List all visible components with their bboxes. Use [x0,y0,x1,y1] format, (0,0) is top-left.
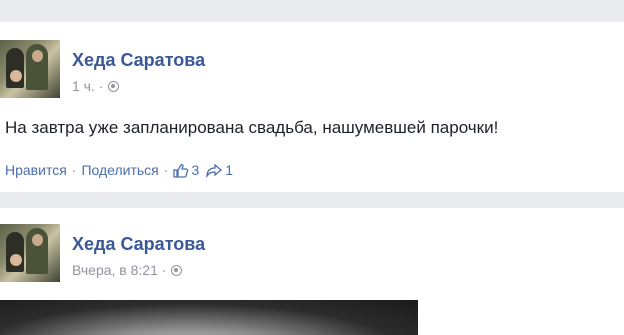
post-text: На завтра уже запланирована свадьба, наш… [5,118,499,137]
post-card: Хеда Саратова Вчера, в 8:21 · [0,208,624,335]
post-time[interactable]: Вчера, в 8:21 · [72,262,166,278]
author-name[interactable]: Хеда Саратова [72,234,205,255]
share-icon [206,163,223,178]
post-image[interactable] [0,300,418,335]
author-name[interactable]: Хеда Саратова [72,50,205,71]
avatar[interactable] [0,224,60,282]
like-count[interactable]: 3 [191,162,199,178]
separator: · [163,162,169,178]
thumbs-up-icon [173,163,189,178]
globe-icon [108,80,120,92]
separator: · [71,162,77,178]
post-meta: 1 ч. · [72,78,120,94]
post-time[interactable]: 1 ч. · [72,78,103,94]
post-meta: Вчера, в 8:21 · [72,262,183,278]
post-actions: Нравится · Поделиться · 3 1 [5,162,233,178]
like-button[interactable]: Нравится [5,162,67,178]
share-count[interactable]: 1 [225,162,233,178]
post-card: Хеда Саратова 1 ч. · На завтра уже запла… [0,22,624,192]
globe-icon [171,264,183,276]
share-button[interactable]: Поделиться [81,162,158,178]
avatar[interactable] [0,40,60,98]
